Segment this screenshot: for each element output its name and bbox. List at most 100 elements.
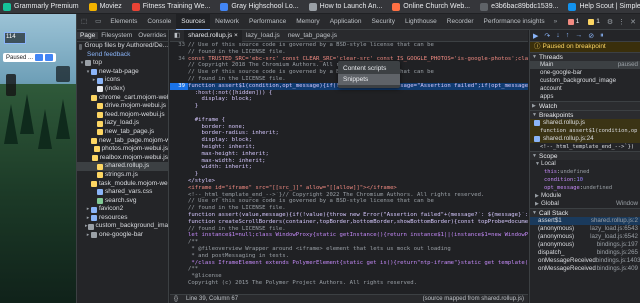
line-number[interactable] [170,232,188,239]
code-line[interactable]: // Use of this source code is governed b… [170,198,528,205]
code-line[interactable]: #iframe { [170,117,528,124]
thread-item[interactable]: custom_background_image [530,77,640,85]
warning-badge[interactable]: 1 [586,18,602,25]
resume-icon[interactable]: ▶ [533,32,538,40]
tab-elements[interactable]: Elements [105,14,142,30]
code-line[interactable]: */class IframeElement extends PolymerEle… [170,260,528,267]
line-number[interactable]: 39 [170,82,188,90]
line-number[interactable] [170,185,188,192]
call-frame[interactable]: onMessageReceived bindings.js:1403 [530,257,640,265]
line-number[interactable] [170,239,188,246]
code-line[interactable]: max-height: inherit; [170,151,528,158]
tree-item[interactable]: photos.mojom-webui.js [77,145,168,154]
bookmark-item[interactable]: Online Church Web... [392,2,470,11]
tab-security[interactable]: Security [367,14,400,30]
line-number[interactable] [170,266,188,273]
error-badge[interactable]: 1 [566,18,582,25]
menu-item-content-scripts[interactable]: Content scripts [338,63,400,74]
callstack-section-header[interactable]: ▼ Call Stack [530,208,640,217]
more-options-icon[interactable]: ⋮ [618,18,625,26]
tree-item[interactable]: chrome_cart.mojom-webui.js [77,94,168,103]
tree-item[interactable]: ▾ new-tab-page [77,68,168,77]
line-number[interactable]: 33 [170,42,188,49]
tree-item[interactable]: new_tab_page.js [77,128,168,137]
code-line[interactable]: display: block; [170,137,528,144]
call-frame[interactable]: onMessageReceived bindings.js:409 [530,265,640,273]
call-frame[interactable]: (anonymous) lazy_load.js:6542 [530,233,640,241]
line-number[interactable] [170,192,188,199]
line-number[interactable] [170,124,188,131]
bookmark-item[interactable]: Help Scout | Simple... [568,2,640,11]
call-frame[interactable]: (anonymous) lazy_load.js:6543 [530,225,640,233]
code-line[interactable]: function assert(value,message){if(!value… [170,212,528,219]
line-number[interactable] [170,226,188,233]
tree-item[interactable]: lazy_load.js [77,119,168,128]
code-line[interactable]: /** [170,266,528,273]
line-number[interactable] [170,96,188,103]
tree-item[interactable]: drive.mojom-webui.js [77,102,168,111]
tree-item[interactable]: ▸ one-google-bar [77,231,168,240]
code-line[interactable]: * @fileoverview Wrapper around <iframe> … [170,246,528,253]
thread-item[interactable]: one-google-bar [530,69,640,77]
tab-application[interactable]: Application [325,14,367,30]
line-number[interactable] [170,117,188,124]
tree-item[interactable]: search.svg [77,197,168,206]
code-line[interactable]: border-radius: inherit; [170,130,528,137]
line-number[interactable] [170,110,188,117]
tree-item[interactable]: ▸ custom_background_image [77,222,168,231]
paused-in-debugger-overlay[interactable]: Paused ... [3,53,57,62]
breakpoint-checkbox[interactable] [534,120,540,126]
line-number[interactable] [170,158,188,165]
line-number[interactable] [170,69,188,76]
line-number[interactable] [170,260,188,267]
code-line[interactable]: // found in the LICENSE file. [170,205,528,212]
pause-on-exceptions-icon[interactable]: ⏸ [600,32,604,40]
page-shortcut-tile[interactable] [56,66,70,82]
tree-item[interactable]: ▸ favicon2 [77,205,168,214]
step-out-icon[interactable]: ↑ [566,32,570,39]
bookmark-item[interactable]: e3b6bac89bdc1539... [480,2,558,11]
line-number[interactable] [170,49,188,56]
thread-item[interactable]: apps [530,93,640,101]
code-line[interactable]: border: none; [170,124,528,131]
tab-console[interactable]: Console [142,14,176,30]
thread-item[interactable]: Main paused [530,61,640,69]
code-line[interactable]: 33// Use of this source code is governed… [170,42,528,49]
threads-section-header[interactable]: ▼ Threads [530,52,640,61]
code-line[interactable]: <!--_html_template_end_-->`}// Copyright… [170,192,528,199]
line-number[interactable] [170,76,188,83]
call-frame[interactable]: dispatch_ bindings.js:265 [530,249,640,257]
code-line[interactable]: *@license [170,273,528,280]
code-line[interactable] [170,110,528,117]
bookmark-item[interactable]: Moviez [88,2,122,11]
bookmark-item[interactable]: Grammarly Premium [3,2,79,11]
scope-module[interactable]: ▶ Module [530,192,640,200]
code-line[interactable]: </style> [170,178,528,185]
line-number[interactable]: 34 [170,56,188,63]
line-number[interactable] [170,103,188,110]
tab-performance[interactable]: Performance [244,14,291,30]
code-line[interactable]: width: inherit; [170,164,528,171]
line-number[interactable] [170,219,188,226]
tree-item[interactable]: shared.rollup.js [77,162,168,171]
tree-item[interactable]: strings.m.js [77,171,168,180]
tab-lighthouse[interactable]: Lighthouse [400,14,442,30]
group-files-option[interactable]: Group files by Authored/De... [77,42,168,51]
code-line[interactable]: max-width: inherit; [170,158,528,165]
step-into-icon[interactable]: ↓ [556,32,560,39]
more-tabs-icon[interactable]: » [550,14,562,30]
bookmark-item[interactable]: Gray Highschool Lo... [220,2,299,11]
line-number[interactable] [170,130,188,137]
line-number[interactable] [170,246,188,253]
line-number[interactable] [170,273,188,280]
step-over-icon[interactable]: ↷ [544,32,550,40]
tree-item[interactable]: ▾ top [77,59,168,68]
code-line[interactable]: // found in the LICENSE file. [170,226,528,233]
breakpoint-checkbox[interactable] [534,136,540,142]
breakpoints-section-header[interactable]: ▼ Breakpoints [530,110,640,119]
line-number[interactable] [170,253,188,260]
code-line[interactable]: Copyright (c) 2015 The Polymer Project A… [170,280,528,287]
code-line[interactable]: <iframe id="iframe" src="[[src_]]" allow… [170,185,528,192]
tab-network[interactable]: Network [210,14,244,30]
scope-variable[interactable]: this: undefined [530,168,640,176]
